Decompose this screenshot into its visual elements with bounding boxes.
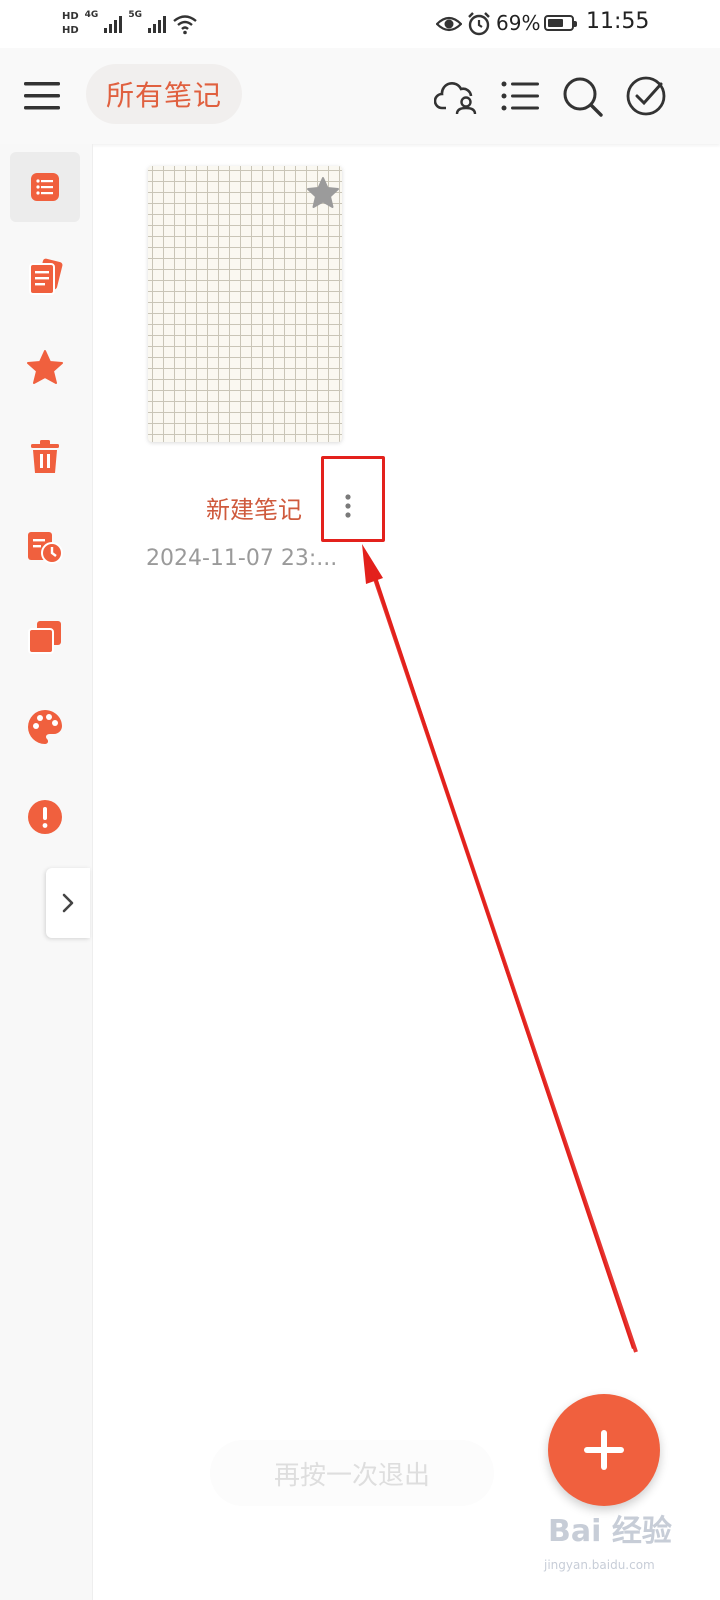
- sidebar-item-trash[interactable]: [10, 422, 80, 492]
- signal-2-icon: [147, 15, 166, 33]
- sidebar-item-all-notes[interactable]: [10, 152, 80, 222]
- sidebar-expand-button[interactable]: [46, 868, 90, 938]
- notebooks-icon: [29, 258, 63, 295]
- plus-icon: [584, 1430, 624, 1470]
- watermark-url: jingyan.baidu.com: [544, 1558, 655, 1572]
- sidebar-item-feedback[interactable]: [10, 782, 80, 852]
- menu-icon[interactable]: [22, 76, 62, 116]
- add-note-button[interactable]: [548, 1394, 660, 1506]
- theme-palette-icon: [28, 710, 62, 744]
- status-time: 11:55: [586, 9, 650, 34]
- status-left: HD HD 4G 5G: [62, 6, 198, 42]
- watermark-brand: Bai 经验: [548, 1514, 672, 1549]
- history-icon: [28, 532, 63, 564]
- network-4g-label: 4G: [84, 10, 99, 20]
- network-5g-label: 5G: [128, 10, 142, 20]
- page-title: 所有笔记: [106, 79, 223, 112]
- search-icon[interactable]: [560, 74, 604, 118]
- templates-icon: [28, 621, 61, 654]
- battery-percent: 69%: [496, 11, 541, 35]
- exit-toast-text: 再按一次退出: [273, 1460, 430, 1491]
- sidebar-item-theme[interactable]: [10, 692, 80, 762]
- sidebar-item-templates[interactable]: [10, 602, 80, 672]
- note-star-icon[interactable]: [306, 176, 340, 210]
- signal-1-icon: [104, 15, 123, 33]
- sidebar-item-notebooks[interactable]: [10, 242, 80, 312]
- sim2-hd-label: HD: [62, 25, 79, 36]
- trash-icon: [31, 440, 59, 473]
- feedback-alert-icon: [28, 800, 62, 834]
- battery-icon: [544, 15, 577, 31]
- list-view-icon[interactable]: [498, 74, 542, 118]
- sidebar-item-history[interactable]: [10, 512, 80, 582]
- wifi-icon: [173, 15, 197, 35]
- sidebar-item-favorites[interactable]: [10, 332, 80, 402]
- app-toolbar: 所有笔记: [0, 48, 720, 144]
- alarm-icon: [468, 12, 490, 36]
- all-notes-icon: [31, 173, 59, 201]
- sim-indicators: HD HD: [62, 11, 79, 37]
- status-bar: HD HD 4G 5G 69% 11:55: [0, 0, 720, 48]
- note-title: 新建笔记: [206, 496, 302, 524]
- chevron-right-icon: [62, 893, 74, 913]
- favorites-star-icon: [27, 350, 63, 384]
- sidebar: [0, 144, 93, 1600]
- sim1-hd-label: HD: [62, 11, 79, 22]
- annotation-arrow: [362, 544, 638, 1353]
- note-thumbnail[interactable]: [148, 166, 342, 442]
- annotation-highlight-box: [321, 456, 385, 542]
- select-check-icon[interactable]: [624, 74, 668, 118]
- exit-toast: 再按一次退出: [210, 1440, 494, 1506]
- page-title-pill[interactable]: 所有笔记: [86, 64, 243, 124]
- note-date: 2024-11-07 23:...: [146, 546, 338, 571]
- eye-icon: [436, 16, 462, 32]
- cloud-account-icon[interactable]: [434, 74, 478, 118]
- baidu-jingyan-watermark: Bai 经验 jingyan.baidu.com: [540, 1502, 710, 1592]
